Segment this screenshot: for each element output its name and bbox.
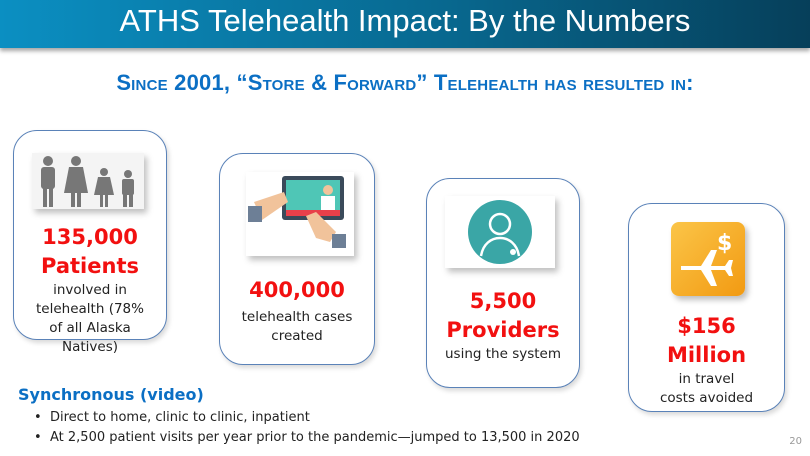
stat-card-providers: 5,500 Providers using the system (426, 178, 580, 388)
stat-description: using the system (444, 346, 561, 362)
svg-text:$: $ (717, 231, 732, 256)
slide-subtitle: Since 2001, “Store & Forward” Telehealth… (116, 70, 694, 95)
tablet-doctor-icon (246, 172, 354, 256)
stat-description: in travel costs avoided (659, 371, 754, 406)
stat-number: 5,500 (469, 289, 537, 313)
title-bar: ATHS Telehealth Impact: By the Numbers (0, 0, 810, 48)
page-number: 20 (789, 436, 802, 447)
provider-icon (445, 196, 555, 268)
stat-number: 135,000 (42, 225, 138, 249)
stat-unit: Patients (41, 254, 139, 278)
stat-unit: Providers (446, 318, 560, 342)
slide-title: ATHS Telehealth Impact: By the Numbers (119, 3, 691, 38)
stat-card-cases: 400,000 telehealth cases created (219, 153, 375, 365)
stat-unit: Million (666, 343, 747, 367)
stat-description: involved in telehealth (78% of all Alask… (36, 282, 144, 355)
family-icon (32, 153, 144, 209)
stat-card-patients: 135,000 Patients involved in telehealth … (13, 130, 167, 355)
bullet-item: At 2,500 patient visits per year prior t… (34, 428, 580, 448)
stat-card-savings: $ $156 Million in travel costs avoided (628, 203, 785, 412)
bullet-item: Direct to home, clinic to clinic, inpati… (34, 408, 580, 428)
plane-dollar-icon: $ (671, 222, 745, 296)
synchronous-heading: Synchronous (video) (18, 385, 204, 404)
synchronous-bullets: Direct to home, clinic to clinic, inpati… (34, 408, 580, 448)
stat-description: telehealth cases created (241, 309, 353, 344)
stat-number: $156 (677, 314, 736, 338)
stat-number: 400,000 (249, 278, 345, 302)
